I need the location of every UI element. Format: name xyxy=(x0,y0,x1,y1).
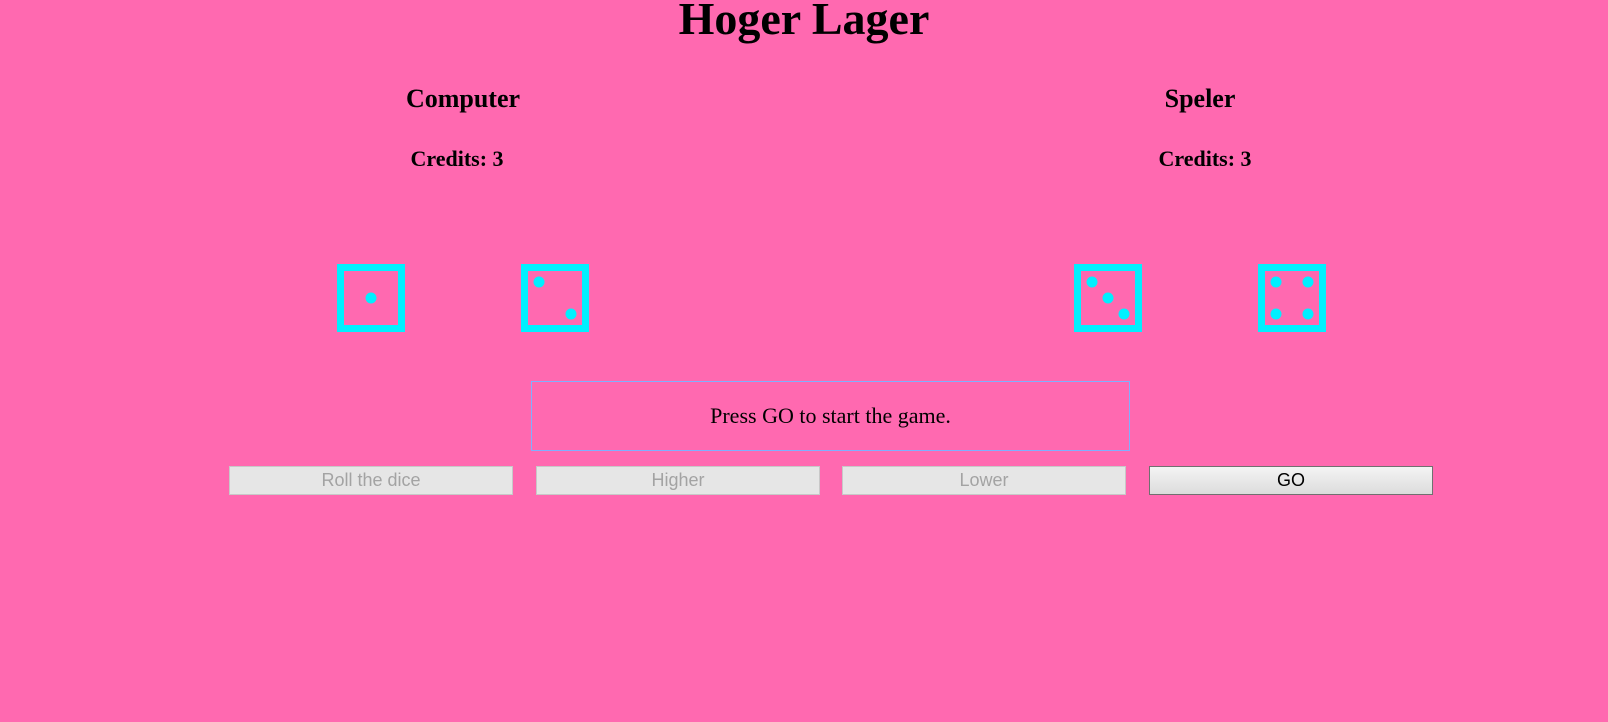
die-border xyxy=(521,264,589,332)
computer-name: Computer xyxy=(405,84,521,113)
player-die-1 xyxy=(1074,264,1142,332)
player-die-2 xyxy=(1258,264,1326,332)
die-face-icon xyxy=(521,264,589,332)
die-border xyxy=(1258,264,1326,332)
die-pip xyxy=(1302,276,1314,288)
player-credits: Credits: 3 xyxy=(1158,146,1252,171)
computer-die-1 xyxy=(337,264,405,332)
die-pip xyxy=(1270,308,1282,320)
die-pip xyxy=(365,292,377,304)
die-pip xyxy=(565,308,577,320)
die-face-icon xyxy=(337,264,405,332)
computer-credits: Credits: 3 xyxy=(410,146,504,171)
die-pip xyxy=(1086,276,1098,288)
die-pip xyxy=(1270,276,1282,288)
message-text: Press GO to start the game. xyxy=(710,403,951,428)
go-button[interactable]: GO xyxy=(1149,466,1433,495)
die-face-icon xyxy=(1258,264,1326,332)
die-pip xyxy=(1302,308,1314,320)
player-name: Speler xyxy=(1164,84,1236,113)
higher-button[interactable]: Higher xyxy=(536,466,820,495)
roll-dice-button[interactable]: Roll the dice xyxy=(229,466,513,495)
die-pip xyxy=(533,276,545,288)
die-face-icon xyxy=(1074,264,1142,332)
lower-button[interactable]: Lower xyxy=(842,466,1126,495)
die-pip xyxy=(1118,308,1130,320)
computer-die-2 xyxy=(521,264,589,332)
game-title: Hoger Lager xyxy=(678,0,930,44)
die-pip xyxy=(1102,292,1114,304)
message-box: Press GO to start the game. xyxy=(531,381,1130,451)
